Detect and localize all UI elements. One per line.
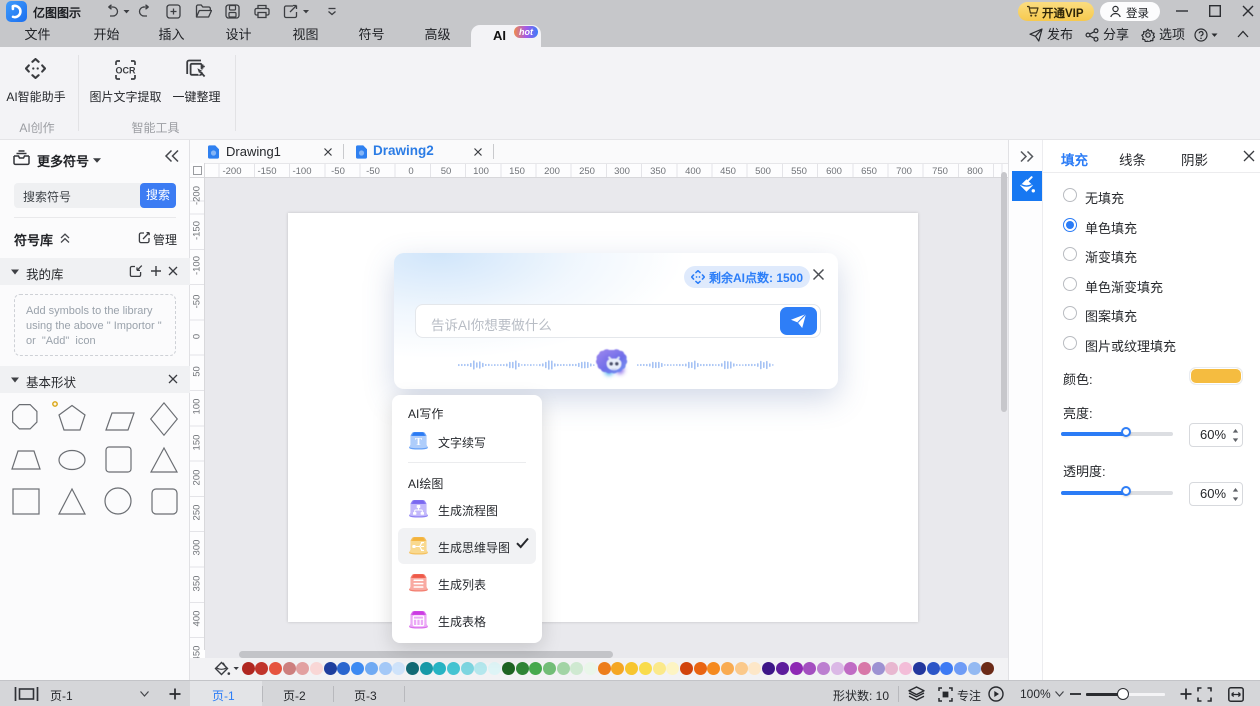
svg-text:OCR: OCR — [116, 66, 137, 76]
svg-text:T: T — [415, 437, 422, 448]
